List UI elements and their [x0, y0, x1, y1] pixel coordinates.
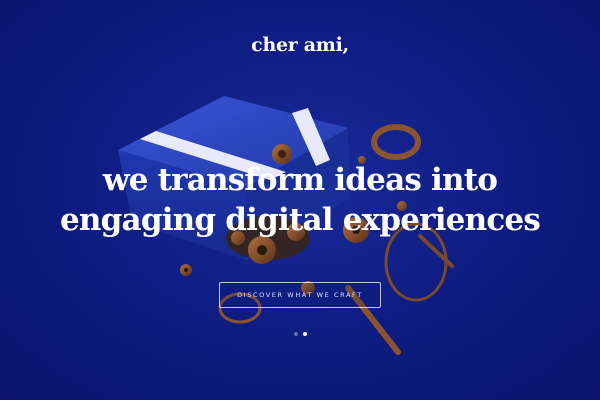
carousel-indicator — [0, 332, 600, 336]
discover-button[interactable]: DISCOVER WHAT WE CRAFT — [219, 282, 381, 308]
carousel-dot-2[interactable] — [302, 332, 307, 336]
hero-headline: we transform ideas into engaging digital… — [0, 160, 600, 240]
carousel-dot-1[interactable] — [293, 332, 298, 336]
headline-line-1: we transform ideas into — [102, 162, 498, 198]
copper-ring-1 — [371, 124, 421, 160]
hero-page: cher ami, we transform ideas into engagi… — [0, 0, 600, 400]
headline-line-2: engaging digital experiences — [60, 202, 541, 238]
brand-logo[interactable]: cher ami, — [0, 34, 600, 56]
